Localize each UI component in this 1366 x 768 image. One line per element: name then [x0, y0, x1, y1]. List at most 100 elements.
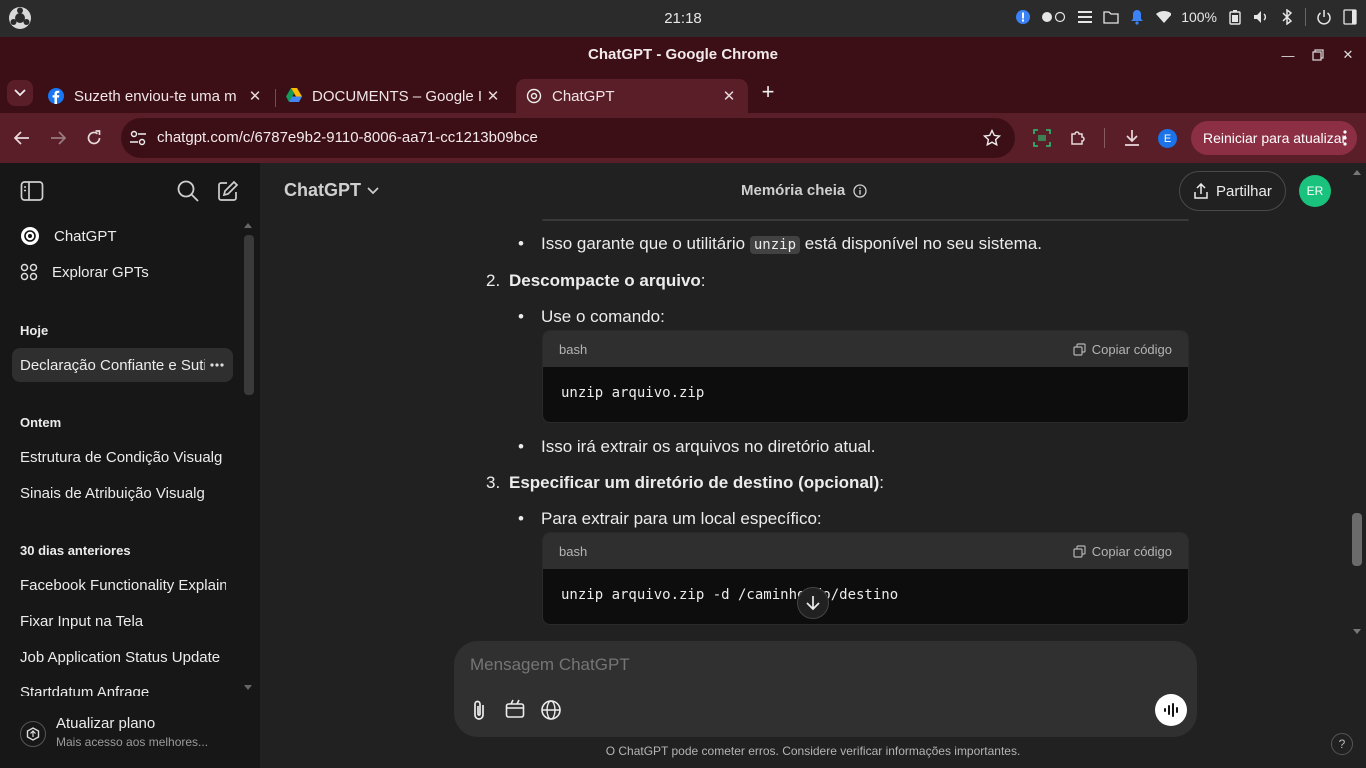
scroll-down-icon[interactable]	[244, 685, 252, 690]
download-icon[interactable]	[1120, 126, 1144, 150]
profile-avatar[interactable]: E	[1158, 129, 1177, 148]
more-options-icon[interactable]	[210, 363, 224, 367]
chat-history-item[interactable]: Startdatum Anfrage	[12, 676, 233, 696]
chat-history-item[interactable]: Sinais de Atribuição Visualg	[12, 476, 233, 510]
google-drive-icon	[286, 88, 302, 104]
info-icon	[853, 183, 867, 198]
step-heading: Descompacte o arquivo:	[509, 271, 706, 290]
sidebar-scrollbar[interactable]	[244, 235, 254, 395]
bluetooth-icon[interactable]	[1279, 9, 1295, 25]
tab-google-drive[interactable]: DOCUMENTS – Google I ✕	[276, 79, 512, 113]
message-input[interactable]	[470, 653, 1170, 677]
power-icon[interactable]	[1316, 9, 1332, 25]
back-icon[interactable]	[10, 126, 34, 150]
code-language: bash	[559, 341, 588, 357]
canvas-tools-icon[interactable]	[505, 699, 525, 719]
inline-code: unzip	[749, 236, 801, 254]
wifi-icon[interactable]	[1155, 9, 1172, 25]
copy-icon	[1073, 544, 1086, 558]
section-heading-yesterday: Ontem	[20, 415, 62, 430]
workspace-indicator-icon[interactable]	[1041, 9, 1067, 25]
tab-facebook[interactable]: Suzeth enviou-te uma m ✕	[38, 79, 274, 113]
close-tab-icon[interactable]: ✕	[720, 87, 738, 105]
os-top-bar: 21:18 100%	[0, 0, 1366, 37]
code-body[interactable]: unzip arquivo.zip	[543, 367, 1188, 419]
show-desktop-icon[interactable]	[1342, 9, 1358, 25]
scroll-to-bottom-button[interactable]	[797, 587, 829, 619]
sidebar-item-explore-gpts[interactable]: Explorar GPTs	[12, 255, 233, 289]
window-title: ChatGPT - Google Chrome	[587, 46, 778, 63]
copy-code-button[interactable]: Copiar código	[1073, 342, 1172, 357]
bullet-dot: •	[518, 234, 524, 253]
scroll-down-icon[interactable]	[1353, 629, 1361, 634]
tab-search-button[interactable]	[7, 80, 33, 106]
battery-icon[interactable]	[1227, 9, 1243, 25]
toggle-sidebar-icon[interactable]	[20, 180, 44, 202]
sidebar-item-label: Explorar GPTs	[52, 263, 149, 281]
new-tab-button[interactable]: +	[758, 81, 778, 103]
tab-label: DOCUMENTS – Google I	[312, 87, 483, 105]
help-button[interactable]: ?	[1331, 733, 1353, 755]
tab-chatgpt[interactable]: ChatGPT ✕	[516, 79, 748, 113]
sidebar-item-chatgpt[interactable]: ChatGPT	[12, 219, 233, 253]
upgrade-title: Atualizar plano	[56, 715, 156, 732]
code-block: bash Copiar código unzip arquivo.zip -d …	[542, 532, 1189, 625]
memory-status[interactable]: Memória cheia	[741, 182, 867, 199]
user-avatar[interactable]: ER	[1299, 175, 1331, 207]
forward-icon[interactable]	[46, 126, 70, 150]
reload-icon[interactable]	[82, 126, 106, 150]
scroll-up-icon[interactable]	[244, 223, 252, 228]
scroll-up-icon[interactable]	[1353, 170, 1361, 175]
main-scrollbar[interactable]	[1352, 513, 1362, 566]
chat-history-item[interactable]: Facebook Functionality Explained	[12, 568, 226, 602]
grid-icon	[20, 263, 38, 281]
folder-icon[interactable]	[1103, 9, 1119, 25]
chevron-down-icon	[367, 186, 379, 194]
chat-history-item[interactable]: Estrutura de Condição Visualg	[12, 440, 233, 474]
voice-wave-icon	[1164, 703, 1178, 717]
section-heading-30-days: 30 dias anteriores	[20, 543, 131, 558]
attach-icon[interactable]	[470, 699, 488, 721]
web-search-icon[interactable]	[540, 699, 562, 721]
bullet-text: Use o comando:	[541, 307, 665, 326]
share-icon	[1194, 183, 1208, 199]
chat-history-item-active[interactable]: Declaração Confiante e Sutil	[12, 348, 233, 382]
bell-icon[interactable]	[1129, 9, 1145, 25]
openai-icon	[20, 226, 40, 246]
volume-icon[interactable]	[1253, 9, 1269, 25]
battery-percent[interactable]: 100%	[1181, 9, 1217, 25]
url-text[interactable]: chatgpt.com/c/6787e9b2-9110-8006-aa71-cc…	[157, 129, 538, 146]
close-tab-icon[interactable]: ✕	[484, 87, 502, 105]
share-button[interactable]: Partilhar	[1179, 171, 1286, 211]
previous-code-block-edge	[542, 219, 1189, 221]
menu-lines-icon[interactable]	[1077, 9, 1093, 25]
voice-mode-button[interactable]	[1155, 694, 1187, 726]
restart-to-update-button[interactable]: Reiniciar para atualizar	[1191, 121, 1357, 155]
close-tab-icon[interactable]: ✕	[246, 87, 264, 105]
extensions-icon[interactable]	[1066, 126, 1090, 150]
openai-icon	[526, 88, 542, 104]
sidebar: ChatGPT Explorar GPTs Hoje Declaração Co…	[0, 163, 260, 768]
close-window-icon[interactable]: ✕	[1338, 45, 1358, 65]
site-settings-icon[interactable]	[129, 129, 147, 147]
screenshot-icon[interactable]	[1030, 126, 1054, 150]
code-header: bash Copiar código	[543, 533, 1188, 569]
chat-history-item[interactable]: Job Application Status Update	[12, 640, 233, 674]
step-heading: Especificar um diretório de destino (opc…	[509, 473, 885, 492]
bookmark-star-icon[interactable]	[983, 129, 1001, 147]
bullet-text: Para extrair para um local específico:	[541, 509, 822, 528]
upgrade-plan[interactable]: Atualizar plano Mais acesso aos melhores…	[0, 698, 260, 768]
new-chat-icon[interactable]	[217, 180, 239, 202]
notification-alert-icon[interactable]	[1015, 9, 1031, 25]
list-number: 2.	[486, 271, 501, 290]
minimize-icon[interactable]: —	[1278, 45, 1298, 65]
model-selector[interactable]: ChatGPT	[284, 180, 379, 201]
chat-history-item[interactable]: Fixar Input na Tela	[12, 604, 233, 638]
address-bar[interactable]: chatgpt.com/c/6787e9b2-9110-8006-aa71-cc…	[121, 118, 1015, 158]
search-icon[interactable]	[177, 180, 199, 202]
code-body[interactable]: unzip arquivo.zip -d /caminho/do/destino	[543, 569, 1188, 621]
restore-icon[interactable]	[1308, 45, 1328, 65]
os-menu-icon[interactable]	[8, 6, 32, 30]
facebook-icon	[48, 88, 64, 104]
copy-code-button[interactable]: Copiar código	[1073, 544, 1172, 559]
